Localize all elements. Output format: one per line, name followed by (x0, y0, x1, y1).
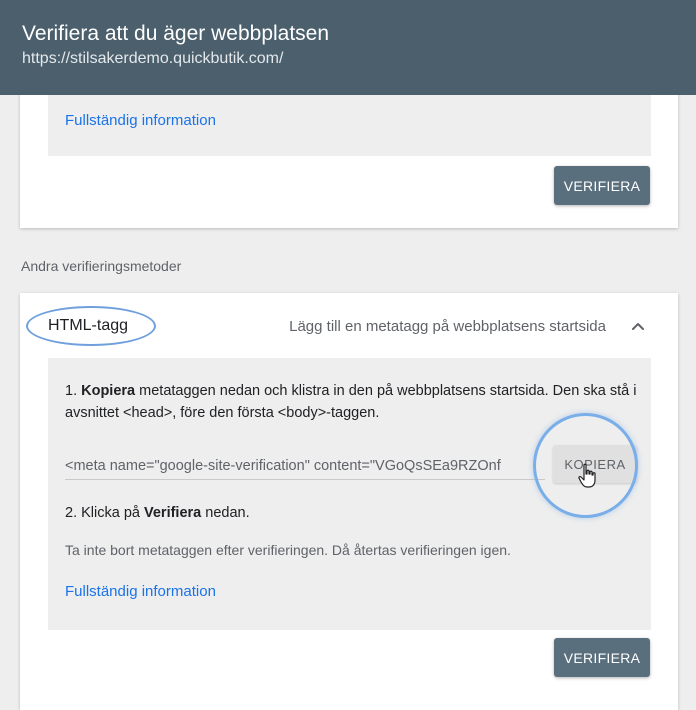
html-tag-instructions: 1. Kopiera metataggen nedan och klistra … (48, 358, 651, 630)
step-1-text: 1. Kopiera metataggen nedan och klistra … (65, 380, 640, 424)
step-2-suffix: nedan. (201, 505, 250, 521)
chevron-up-icon[interactable] (626, 315, 650, 339)
step-2-text: 2. Klicka på Verifiera nedan. (65, 505, 250, 521)
verify-button[interactable]: VERIFIERA (554, 166, 650, 205)
step-1-bold: Kopiera (81, 383, 136, 399)
verification-note: Ta inte bort metataggen efter verifierin… (65, 542, 511, 558)
step-2-bold: Verifiera (144, 505, 202, 521)
full-info-link[interactable]: Fullständig information (65, 583, 216, 600)
page-title: Verifiera att du äger webbplatsen (22, 22, 330, 45)
step-1-body: metataggen nedan och klistra in den på w… (65, 383, 637, 421)
verify-button[interactable]: VERIFIERA (554, 638, 650, 677)
site-url: https://stilsakerdemo.quickbutik.com/ (22, 50, 284, 67)
meta-tag-code: <meta name="google-site-verification" co… (65, 458, 501, 474)
step-2-prefix: 2. Klicka på (65, 505, 144, 521)
step-1-prefix: 1. (65, 383, 82, 399)
other-methods-heading: Andra verifieringsmetoder (21, 258, 182, 274)
header-bar: Verifiera att du äger webbplatsen https:… (0, 0, 696, 95)
hand-pointer-cursor-icon (578, 463, 596, 488)
method-title[interactable]: HTML-tagg (48, 317, 128, 335)
meta-tag-field[interactable]: <meta name="google-site-verification" co… (65, 438, 545, 480)
method-description[interactable]: Lägg till en metatagg på webbplatsens st… (289, 318, 606, 335)
html-tag-method-card: HTML-tagg Lägg till en metatagg på webbp… (20, 293, 678, 710)
full-info-link[interactable]: Fullständig information (65, 112, 216, 129)
